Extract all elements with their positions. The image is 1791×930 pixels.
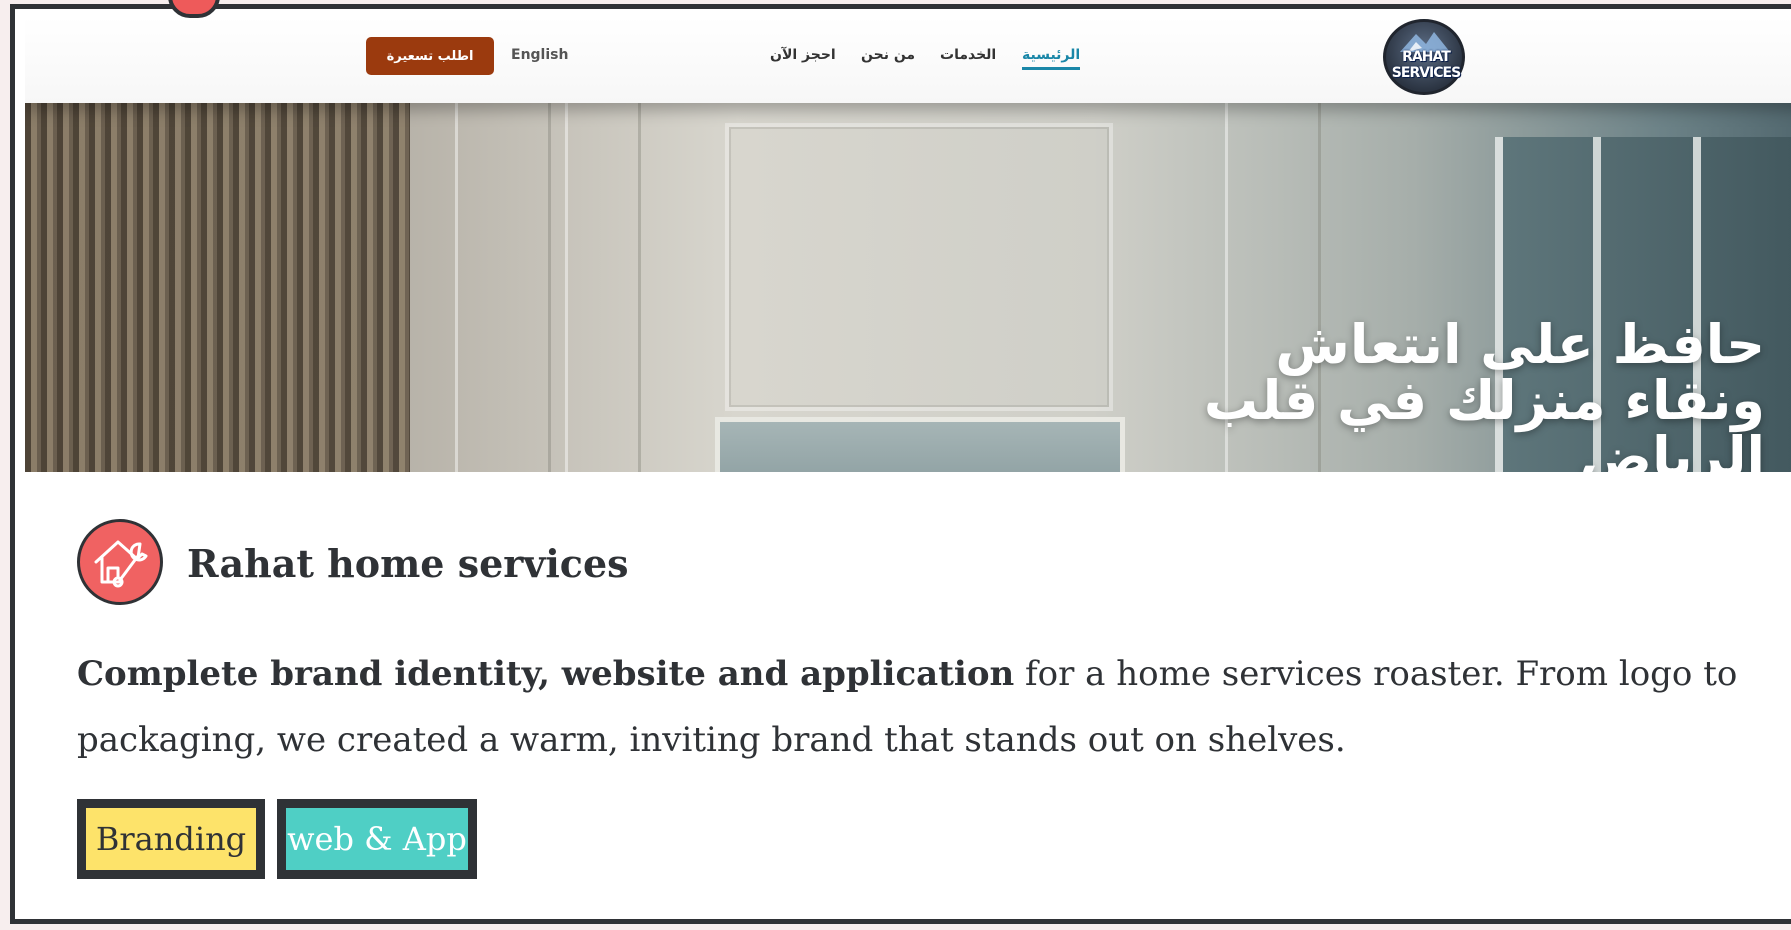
project-title: Rahat home services <box>187 541 629 586</box>
site-navbar: اطلب تسعيرة English احجز الآن من نحن الخ… <box>25 17 1791 103</box>
nav-link-home[interactable]: الرئيسية <box>1022 47 1081 70</box>
project-description: Complete brand identity, website and app… <box>77 641 1777 773</box>
hero-wall-panel <box>455 103 551 472</box>
language-switch[interactable]: English <box>511 47 568 63</box>
hero-wood-slats <box>25 103 410 472</box>
tag-branding[interactable]: Branding <box>77 799 265 879</box>
nav-link-about[interactable]: من نحن <box>861 47 915 63</box>
hero-wall-panel <box>565 103 641 472</box>
house-wrench-icon <box>77 519 163 605</box>
project-screenshot: اطلب تسعيرة English احجز الآن من نحن الخ… <box>25 17 1791 472</box>
hero-headline: حافظ على انتعاش ونقاء منزلك في قلب الريا… <box>1203 313 1765 473</box>
tag-web-app[interactable]: web & App <box>277 799 477 879</box>
nav-link-services[interactable]: الخدمات <box>940 47 996 63</box>
project-card: اطلب تسعيرة English احجز الآن من نحن الخ… <box>10 4 1791 924</box>
description-highlight: Complete brand identity, website and app… <box>77 654 1015 694</box>
logo-wordmark: RAHAT SERVICES <box>1391 49 1461 81</box>
request-quote-button[interactable]: اطلب تسعيرة <box>366 37 494 75</box>
rahat-services-logo[interactable]: RAHAT SERVICES <box>1383 19 1465 95</box>
nav-link-book-now[interactable]: احجز الآن <box>770 47 836 63</box>
